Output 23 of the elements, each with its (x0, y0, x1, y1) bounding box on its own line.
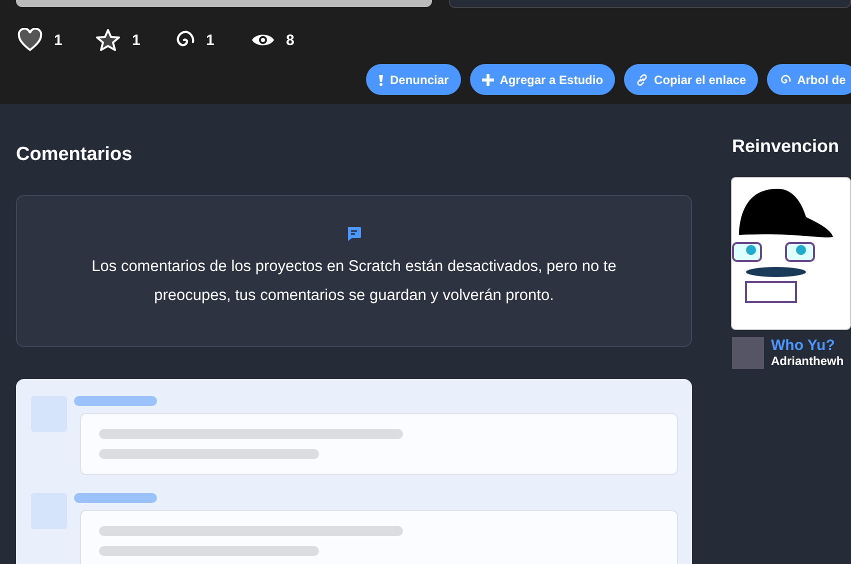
comment-icon (346, 226, 362, 242)
project-title-link[interactable]: Who Yu? (771, 337, 844, 354)
action-button[interactable]: Copiar el enlace (624, 64, 758, 95)
action-button[interactable]: Agregar a Estudio (470, 64, 616, 95)
stat-count: 1 (206, 32, 214, 48)
action-button[interactable]: Denunciar (366, 64, 461, 95)
exclamation-icon (378, 74, 384, 86)
plus-icon (482, 74, 494, 86)
star-icon[interactable] (95, 28, 121, 52)
section-title: Reinvencion (732, 136, 840, 157)
action-button[interactable]: Arbol de (767, 64, 851, 95)
stat-count: 8 (286, 32, 294, 48)
spiral-icon (779, 74, 792, 86)
avatar-placeholder (732, 337, 764, 369)
heart-icon[interactable] (17, 28, 43, 52)
eye-icon (251, 32, 275, 48)
author-name[interactable]: Adrianthewh (771, 354, 844, 368)
stat-count: 1 (54, 32, 62, 48)
link-icon (636, 74, 648, 86)
project-thumbnail-drawing[interactable] (731, 177, 851, 330)
stat-count: 1 (132, 32, 140, 48)
section-title: Comentarios (16, 144, 134, 166)
notice-text: Los comentarios de los proyectos en Scratch están desactivados, pero no te preocupes, tus comentarios se guardan y volverán pronto. (90, 257, 618, 306)
